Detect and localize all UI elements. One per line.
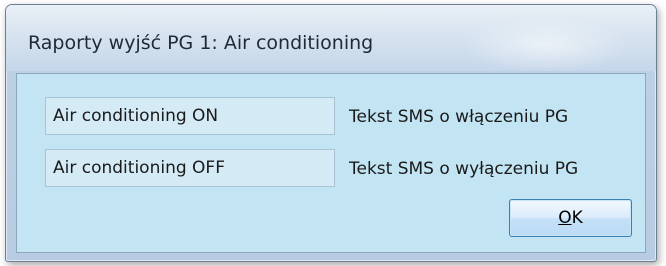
ok-button-mnemonic: O bbox=[558, 208, 572, 228]
report-dialog: Raporty wyjść PG 1: Air conditioning Air… bbox=[5, 4, 657, 262]
dialog-content: Air conditioning ON Tekst SMS o włączeni… bbox=[16, 73, 646, 253]
sms-off-text-field[interactable]: Air conditioning OFF bbox=[45, 149, 335, 187]
sms-off-label: Tekst SMS o wyłączeniu PG bbox=[349, 159, 579, 179]
dialog-title: Raporty wyjść PG 1: Air conditioning bbox=[28, 32, 374, 54]
ok-button-label: K bbox=[571, 208, 583, 228]
ok-button[interactable]: OK bbox=[509, 199, 632, 237]
sms-on-text-field[interactable]: Air conditioning ON bbox=[45, 97, 335, 135]
title-bar[interactable]: Raporty wyjść PG 1: Air conditioning bbox=[6, 5, 656, 71]
sms-on-label: Tekst SMS o włączeniu PG bbox=[349, 107, 569, 127]
